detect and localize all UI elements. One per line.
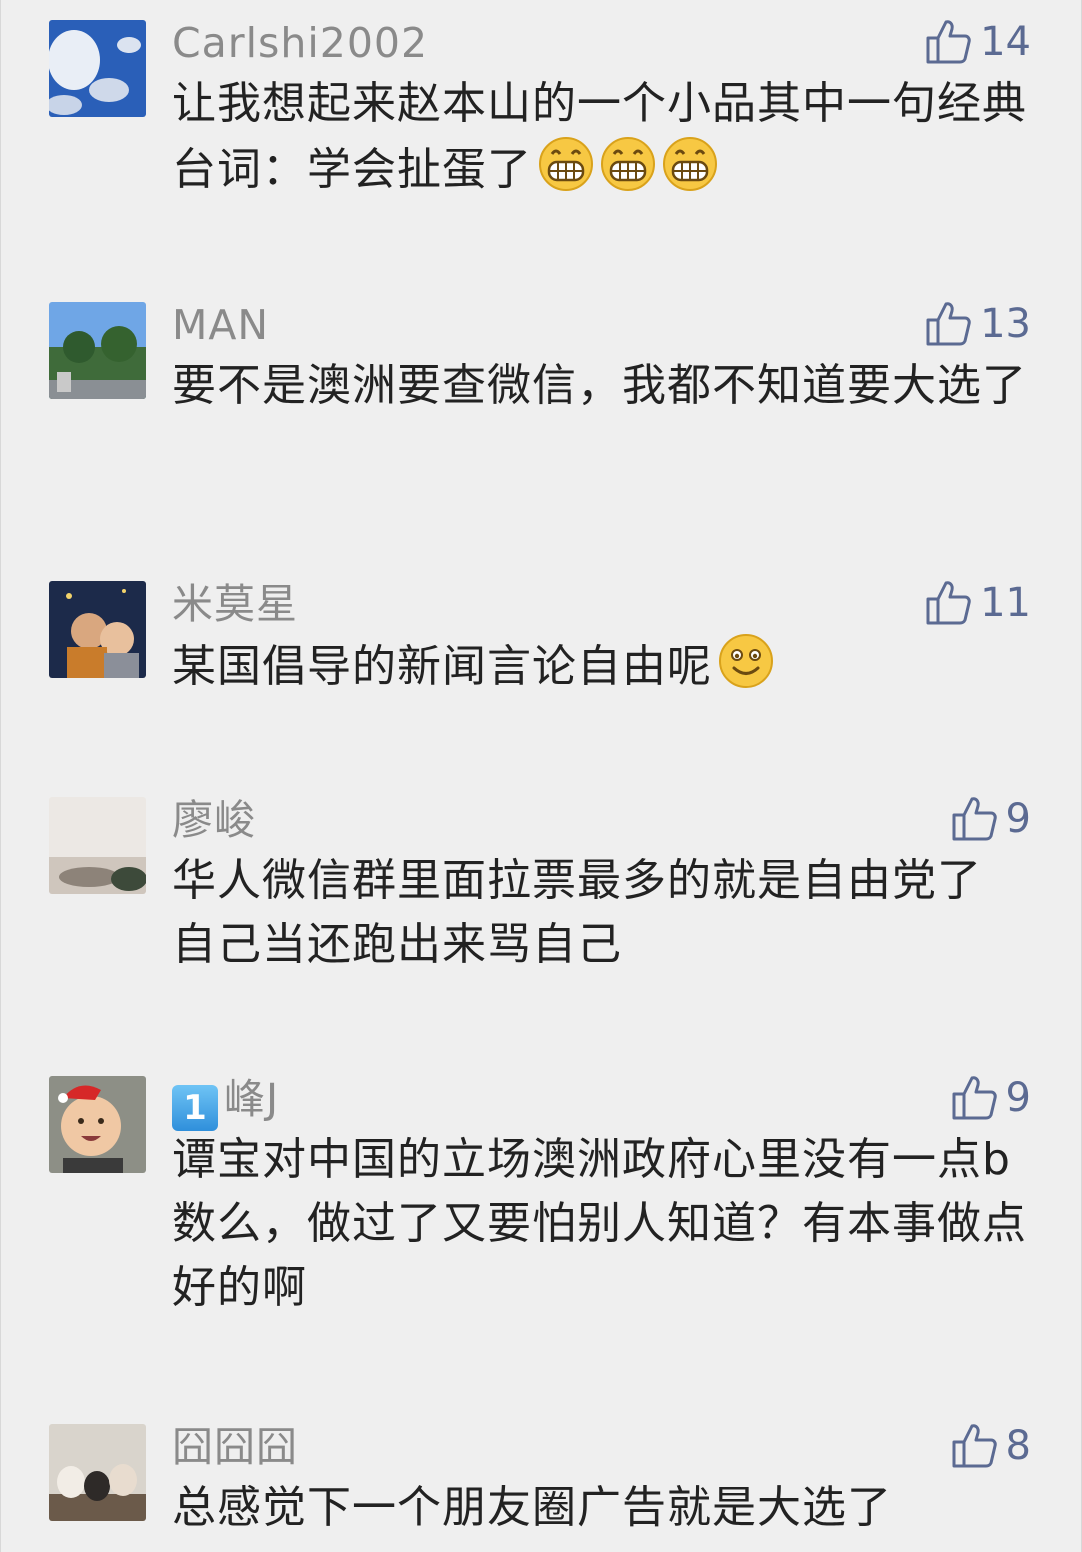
nickname[interactable]: MAN (172, 300, 269, 350)
nickname[interactable]: 1 峰J (172, 1074, 279, 1131)
like-count: 14 (980, 19, 1031, 65)
thumbs-up-icon (948, 793, 1000, 845)
like-button[interactable]: 13 (922, 294, 1031, 354)
grin-icon (600, 136, 656, 192)
nickname[interactable]: 米莫星 (172, 579, 298, 629)
like-count: 13 (980, 301, 1031, 347)
comment-text: 某国倡导的新闻言论自由呢 (172, 633, 1032, 699)
avatar[interactable] (49, 1424, 146, 1521)
grin-icon (662, 136, 718, 192)
comment-text: 总感觉下一个朋友圈广告就是大选了 (172, 1482, 892, 1533)
keycap-one-icon: 1 (172, 1085, 218, 1131)
like-count: 11 (980, 580, 1031, 626)
like-button[interactable]: 11 (922, 573, 1031, 633)
thumbs-up-icon (948, 1072, 1000, 1124)
comment-text-body: 某国倡导的新闻言论自由呢 (172, 641, 712, 692)
smile-icon (718, 633, 774, 689)
like-button[interactable]: 9 (948, 1068, 1031, 1128)
avatar[interactable] (49, 302, 146, 399)
like-button[interactable]: 9 (948, 789, 1031, 849)
like-count: 8 (1005, 1423, 1031, 1469)
thumbs-up-icon (948, 1420, 1000, 1472)
nickname[interactable]: 廖峻 (172, 795, 256, 845)
comment-text: 华人微信群里面拉票最多的就是自由党了 自己当还跑出来骂自己 (172, 855, 982, 970)
thumbs-up-icon (922, 298, 974, 350)
comment-text: 要不是澳洲要查微信，我都不知道要大选了 (172, 360, 1027, 411)
thumbs-up-icon (922, 577, 974, 629)
thumbs-up-icon (922, 16, 974, 68)
avatar[interactable] (49, 1076, 146, 1173)
avatar[interactable] (49, 581, 146, 678)
like-count: 9 (1005, 1075, 1031, 1121)
avatar[interactable] (49, 20, 146, 117)
like-count: 9 (1005, 796, 1031, 842)
avatar[interactable] (49, 797, 146, 894)
grin-icon (538, 136, 594, 192)
nickname[interactable]: Carlshi2002 (172, 18, 428, 68)
like-button[interactable]: 14 (922, 12, 1031, 72)
nickname[interactable]: 囧囧囧 (172, 1422, 298, 1472)
nickname-text: 峰J (224, 1075, 280, 1123)
comment-text: 让我想起来赵本山的一个小品其中一句经典台词：学会扯蛋了 (172, 72, 1032, 202)
like-button[interactable]: 8 (948, 1416, 1031, 1476)
comment-text: 谭宝对中国的立场澳洲政府心里没有一点b数么，做过了又要怕别人知道？有本事做点好的… (172, 1134, 1027, 1313)
